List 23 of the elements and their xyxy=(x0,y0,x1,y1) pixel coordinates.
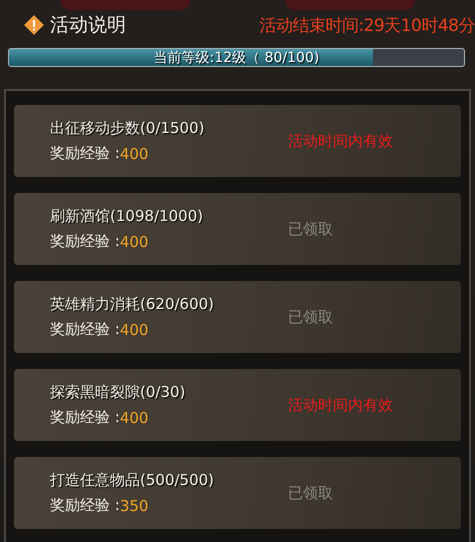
reward-value: 350 xyxy=(120,496,148,514)
task-status: 活动时间内有效 xyxy=(288,132,394,150)
reward-label: 奖励经验 : xyxy=(50,320,120,339)
reward-value: 400 xyxy=(120,144,148,162)
reward-label: 奖励经验 : xyxy=(50,408,120,427)
reward-label: 奖励经验 : xyxy=(50,232,120,251)
reward-label: 奖励经验 : xyxy=(50,496,120,515)
task-name: 出征移动步数(0/1500) xyxy=(50,119,206,138)
task-name: 刷新酒馆(1098/1000) xyxy=(50,207,204,226)
task-status: 已领取 xyxy=(288,308,334,326)
level-label: 当前等级:12级（ 80/100) xyxy=(152,49,320,66)
task-status: 活动时间内有效 xyxy=(288,396,394,414)
task-name: 打造任意物品(500/500) xyxy=(50,471,216,490)
task-name: 探索黑暗裂隙(0/30) xyxy=(50,383,186,402)
task-status: 已领取 xyxy=(288,220,334,238)
end-time-text: 活动结束时间:29天10时48分 xyxy=(259,14,475,36)
section-title: 活动说明 xyxy=(50,13,126,38)
task-name: 英雄精力消耗(620/600) xyxy=(50,295,216,314)
reward-value: 400 xyxy=(120,232,148,250)
reward-value: 400 xyxy=(120,320,148,338)
reward-label: 奖励经验 : xyxy=(50,144,120,163)
task-status: 已领取 xyxy=(288,484,334,502)
reward-value: 400 xyxy=(120,408,148,426)
